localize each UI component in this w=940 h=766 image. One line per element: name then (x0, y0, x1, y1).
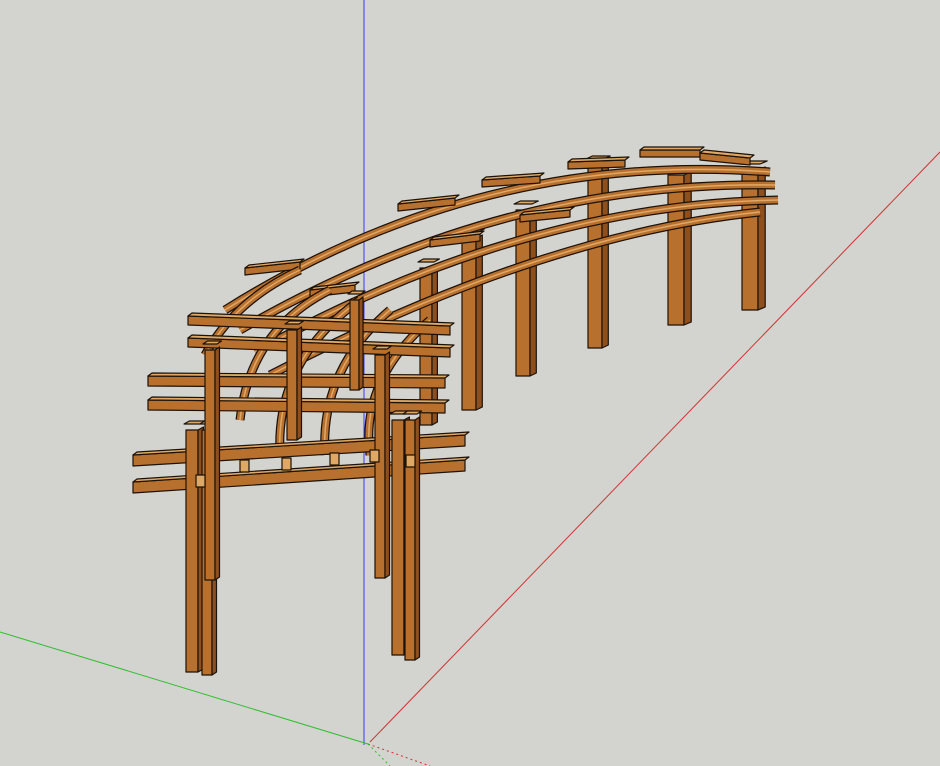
front-post-7-side (358, 296, 364, 391)
front-post-4-cap (402, 410, 423, 415)
front-post-4-side (414, 416, 421, 661)
front-post-5 (286, 329, 298, 441)
joint-block-0 (195, 474, 206, 488)
front-post-5-cap (284, 320, 305, 325)
back-post-5-cap (417, 258, 440, 263)
joint-block-2 (239, 459, 250, 473)
back-post-3-cap (513, 200, 539, 205)
back-post-1 (667, 174, 685, 326)
front-post-3 (391, 419, 405, 656)
joint-block-1 (405, 454, 416, 468)
pergola-model[interactable] (132, 146, 779, 676)
modeling-viewport[interactable] (0, 0, 940, 766)
red-axis-negative (367, 743, 431, 766)
green-axis-negative (367, 743, 391, 766)
back-post-0 (741, 169, 759, 311)
front-post-0 (185, 429, 199, 673)
joint-block-5 (369, 449, 380, 463)
back-post-2 (587, 164, 603, 349)
scene-canvas[interactable] (0, 0, 940, 766)
front-post-6-cap (202, 340, 223, 345)
front-post-2-cap (372, 345, 393, 350)
front-post-7-cap (347, 290, 366, 295)
front-post-7 (349, 299, 360, 391)
front-post-2-side (384, 351, 391, 579)
back-post-4-side (475, 234, 483, 411)
back-post-1-side (683, 171, 692, 326)
front-post-6-side (214, 346, 221, 581)
front-post-6 (204, 349, 216, 581)
roof-slat-4 (639, 149, 701, 158)
front-post-2 (374, 354, 386, 579)
joint-block-3 (329, 452, 340, 466)
back-post-2-side (601, 161, 609, 349)
green-axis (0, 631, 369, 745)
joint-block-4 (281, 457, 292, 471)
front-post-5-side (296, 326, 303, 441)
back-post-4 (461, 237, 477, 411)
roof-slat-4-top (639, 146, 705, 151)
